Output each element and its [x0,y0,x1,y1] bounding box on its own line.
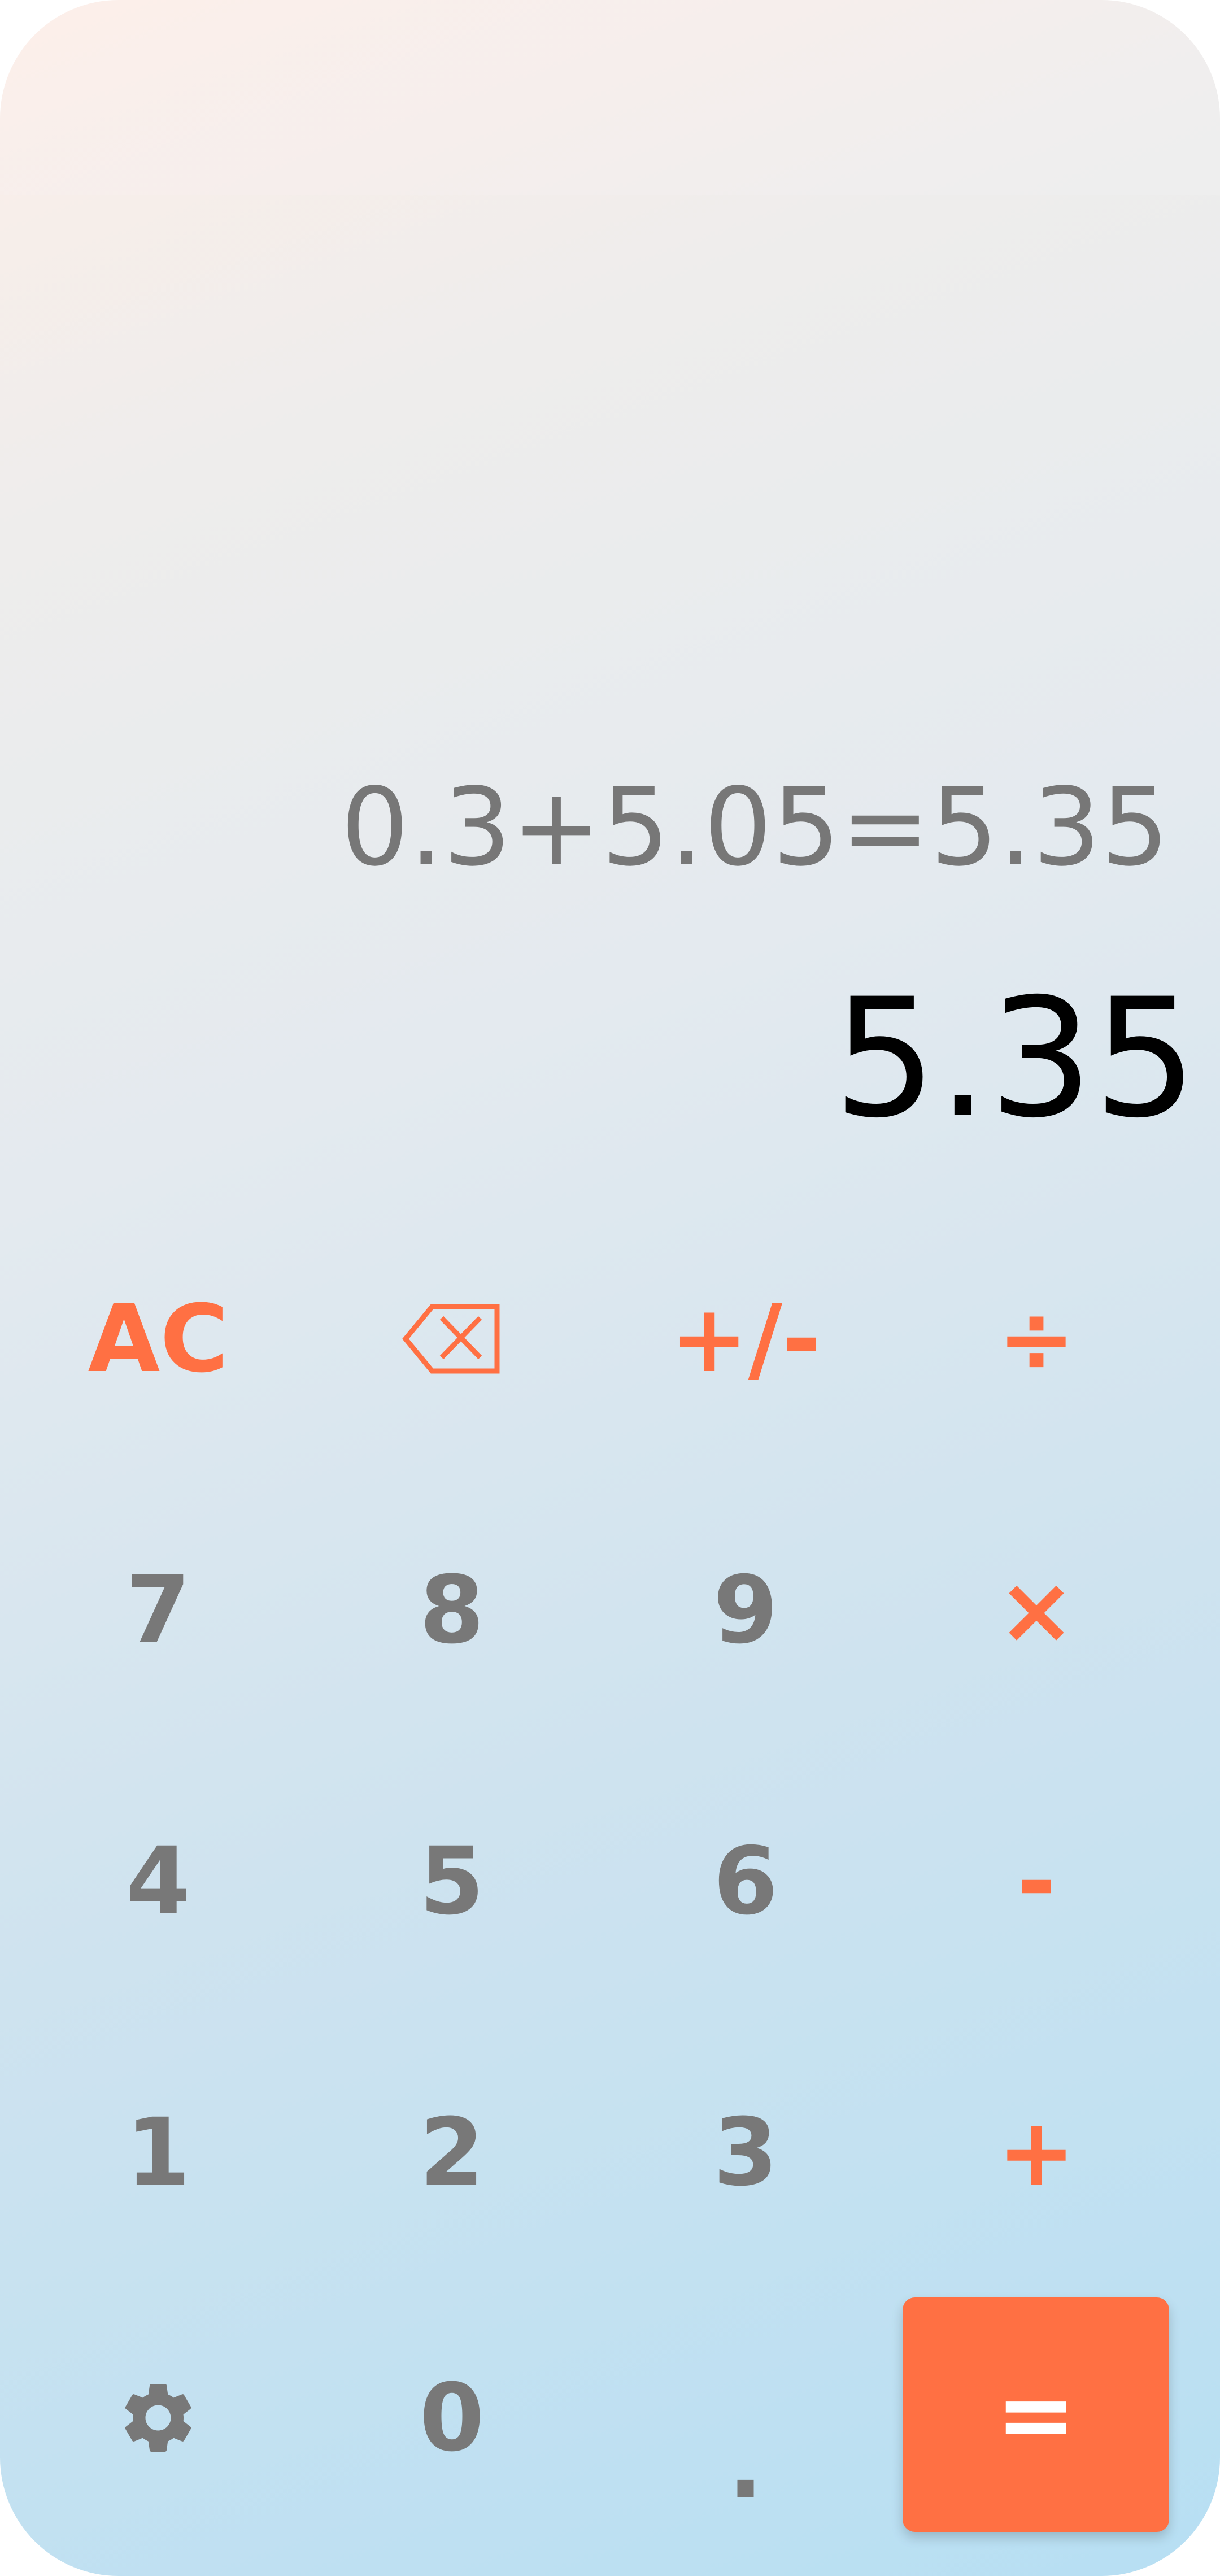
subtract-button[interactable]: - [890,1757,1183,2005]
divide-button[interactable]: ÷ [890,1215,1183,1463]
add-button[interactable]: + [890,2028,1183,2277]
digit-3-button[interactable]: 3 [599,2028,892,2277]
sign-toggle-button[interactable]: +/- [599,1215,892,1463]
calculator-screen: 0.3+5.05=5.35 5.35 AC +/- ÷ 7 8 9 × 4 5 … [0,0,1220,2576]
backspace-button[interactable] [305,1215,599,1463]
digit-4-button[interactable]: 4 [11,1757,305,2005]
result-display: 5.35 [833,964,1197,1154]
digit-8-button[interactable]: 8 [305,1486,599,1734]
clear-button[interactable]: AC [11,1215,305,1463]
backspace-icon [402,1304,500,1374]
expression-display: 0.3+5.05=5.35 [341,765,1169,890]
status-bar-area [0,0,1220,195]
digit-6-button[interactable]: 6 [599,1757,892,2005]
digit-2-button[interactable]: 2 [305,2028,599,2277]
digit-5-button[interactable]: 5 [305,1757,599,2005]
digit-9-button[interactable]: 9 [599,1486,892,1734]
multiply-button[interactable]: × [890,1486,1183,1734]
gear-icon [125,2384,191,2452]
settings-button[interactable] [11,2294,305,2542]
decimal-button[interactable]: . [599,2294,892,2520]
digit-7-button[interactable]: 7 [11,1486,305,1734]
digit-0-button[interactable]: 0 [305,2294,599,2542]
equals-button[interactable]: = [903,2297,1169,2532]
digit-1-button[interactable]: 1 [11,2028,305,2277]
